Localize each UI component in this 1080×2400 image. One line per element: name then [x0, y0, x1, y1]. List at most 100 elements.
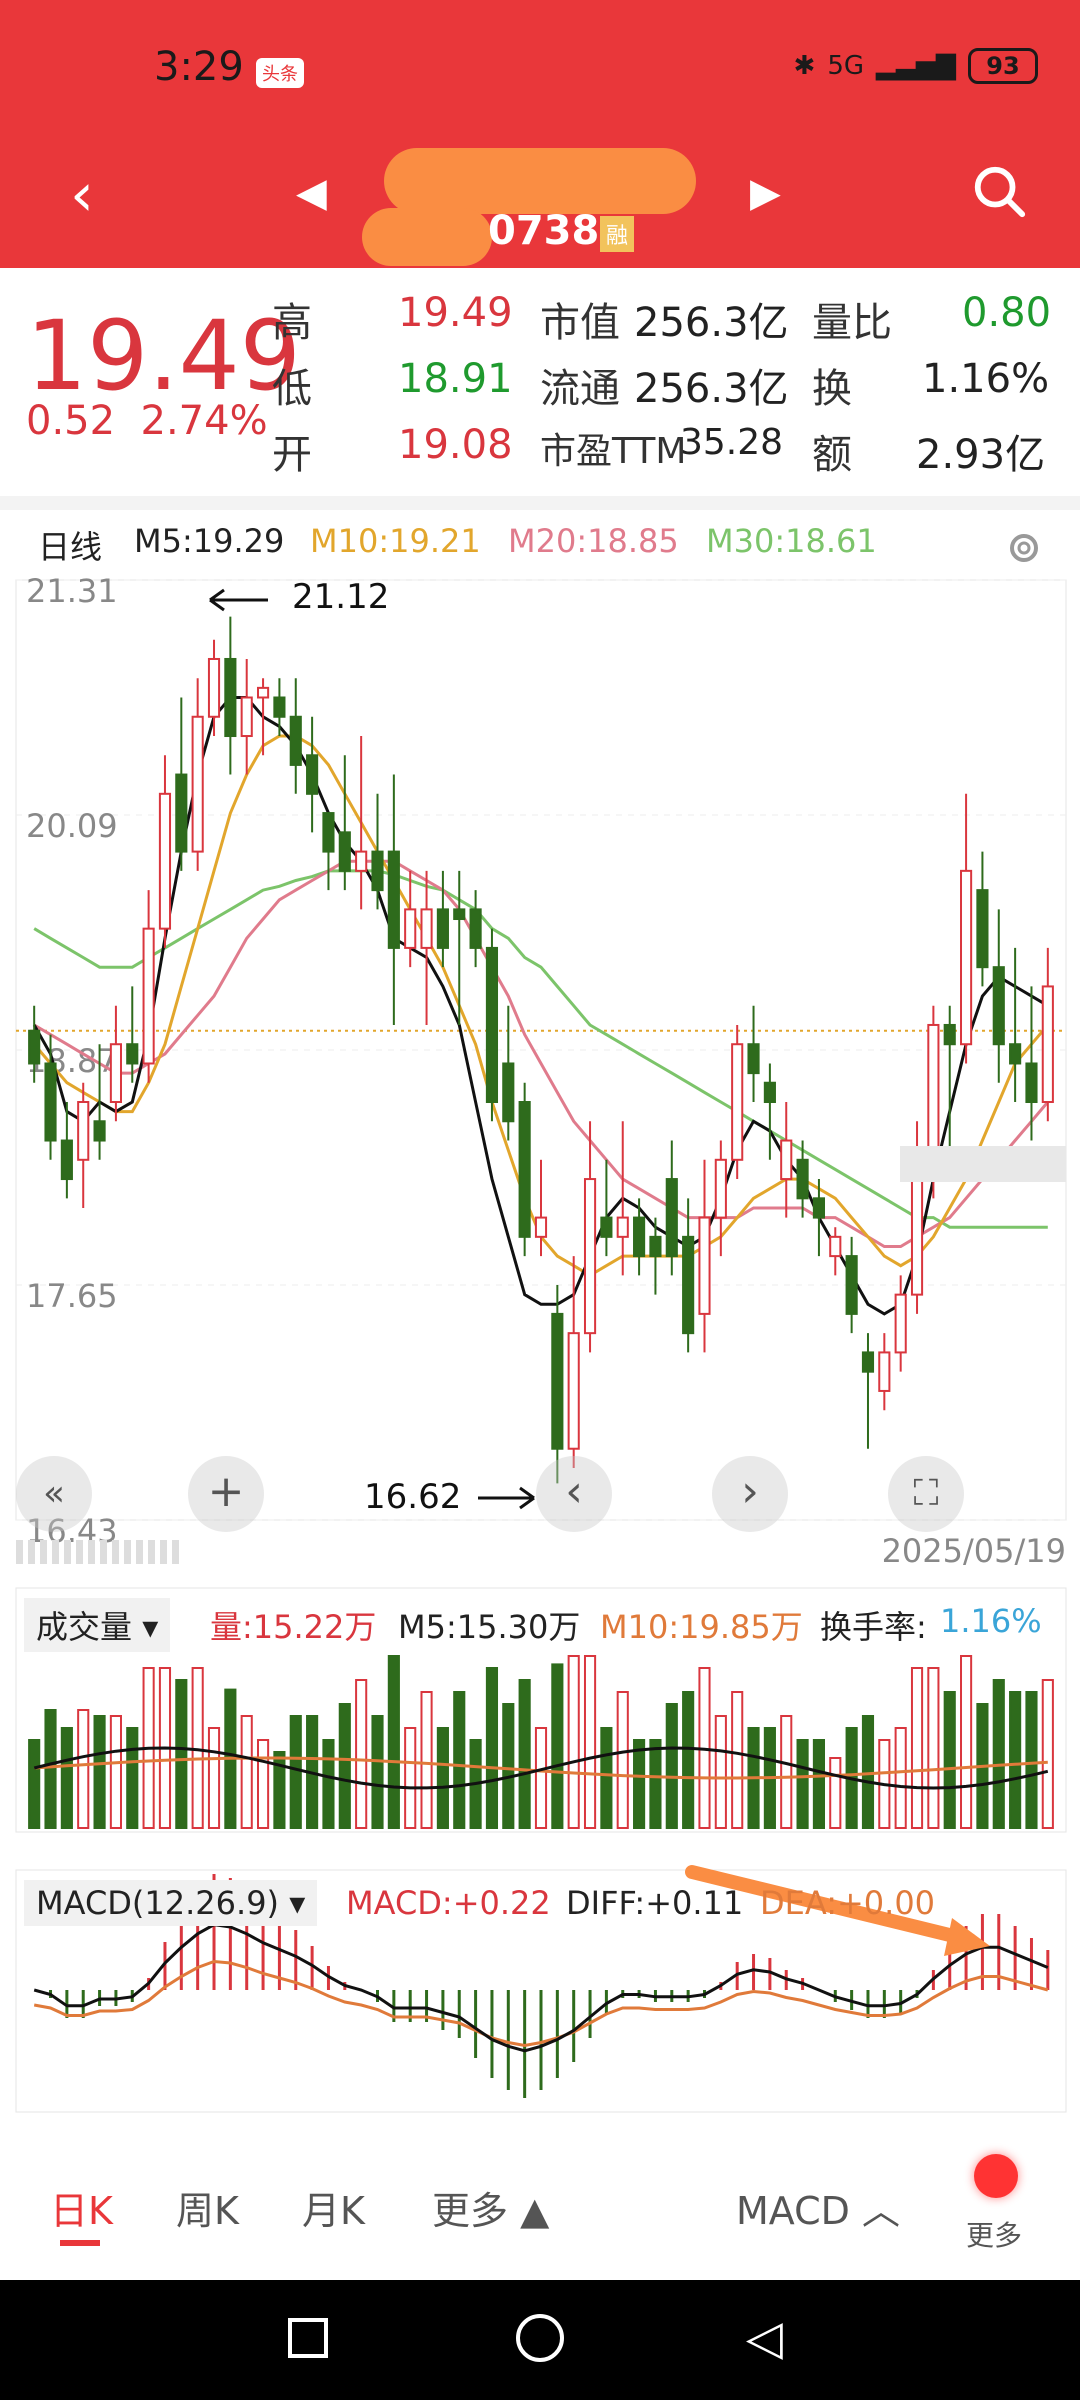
- high-annotation: 21.12: [292, 577, 389, 617]
- scroll-track-tick: [148, 1540, 155, 1564]
- y-tick-label: 17.65: [26, 1277, 118, 1315]
- volume-bar: [567, 1655, 580, 1829]
- scroll-right-button[interactable]: ›: [712, 1456, 788, 1532]
- volume-bar: [534, 1727, 548, 1829]
- diff-value: DIFF:+0.11: [566, 1884, 744, 1922]
- scroll-track-tick: [136, 1540, 143, 1564]
- volume-bar: [649, 1739, 662, 1829]
- volume-m10: M10:19.85万: [600, 1608, 803, 1646]
- kline-chart[interactable]: 21.3120.0918.8717.6516.43 21.1216.62: [0, 0, 1080, 2130]
- candle-body: [551, 1312, 564, 1450]
- fullscreen-button[interactable]: ⛶: [888, 1456, 964, 1532]
- volume-bar: [829, 1757, 842, 1829]
- scroll-track-tick: [40, 1540, 47, 1564]
- tab-day-k[interactable]: 日K: [50, 2180, 113, 2235]
- candle-body: [600, 1216, 613, 1238]
- candles: [28, 616, 1054, 1484]
- volume-bar: [600, 1727, 613, 1829]
- candle-body: [109, 1043, 122, 1104]
- candle-body: [960, 869, 973, 1046]
- tab-more[interactable]: 更多 ▲: [432, 2180, 549, 2235]
- candle-body: [845, 1255, 858, 1315]
- volume-bar: [485, 1667, 499, 1829]
- candle-body: [518, 1101, 531, 1238]
- dea-value: DEA:+0.00: [760, 1884, 936, 1922]
- candle-body: [256, 686, 270, 699]
- scroll-track-tick: [52, 1540, 59, 1564]
- scroll-track-tick: [76, 1540, 83, 1564]
- volume-bar: [731, 1691, 744, 1829]
- volume-bar: [44, 1709, 57, 1829]
- candle-body: [485, 946, 499, 1104]
- tab-week-k[interactable]: 周K: [176, 2180, 239, 2235]
- volume-bar: [927, 1667, 940, 1829]
- candle-body: [698, 1216, 711, 1315]
- tab-indicator-macd[interactable]: MACD ︿: [736, 2180, 900, 2235]
- tab-month-k[interactable]: 月K: [302, 2180, 365, 2235]
- more-menu-icon[interactable]: [974, 2154, 1018, 2198]
- candle-body: [567, 1332, 580, 1450]
- candle-body: [633, 1216, 646, 1258]
- candle-body: [158, 792, 172, 930]
- candle-body: [665, 1178, 678, 1258]
- volume-bar: [436, 1727, 449, 1829]
- volume-bar: [502, 1703, 515, 1829]
- candle-body: [731, 1043, 744, 1161]
- volume-bar: [910, 1667, 924, 1829]
- back-button[interactable]: ◁: [746, 2314, 783, 2362]
- volume-bar: [453, 1691, 466, 1829]
- candle-body: [273, 696, 286, 718]
- volume-bar: [992, 1679, 1005, 1829]
- home-button[interactable]: [516, 2314, 564, 2362]
- candle-body: [894, 1293, 907, 1354]
- tab-indicator-label: MACD: [736, 2189, 850, 2233]
- candle-body: [453, 908, 466, 921]
- candle-body: [224, 657, 237, 738]
- volume-bar: [551, 1663, 564, 1830]
- zoom-in-button[interactable]: +: [188, 1456, 264, 1532]
- candle-body: [28, 1029, 41, 1065]
- candle-body: [371, 850, 384, 892]
- scroll-track-tick: [172, 1540, 179, 1564]
- volume-bar: [289, 1715, 302, 1829]
- volume-bar: [960, 1655, 973, 1829]
- macd-legend: MACD:+0.22 DIFF:+0.11 DEA:+0.00: [0, 1880, 1080, 1936]
- candle-body: [747, 1043, 760, 1075]
- scroll-left-button[interactable]: ‹: [536, 1456, 612, 1532]
- volume-bar: [682, 1691, 695, 1829]
- candle-body: [404, 908, 417, 949]
- candle-body: [1041, 985, 1054, 1104]
- candle-body: [93, 1120, 106, 1142]
- volume-bar: [518, 1679, 531, 1829]
- scroll-track-tick: [124, 1540, 131, 1564]
- volume-bar: [633, 1739, 646, 1829]
- candle-body: [861, 1351, 875, 1373]
- volume-bar: [322, 1739, 335, 1829]
- scroll-track-tick: [64, 1540, 71, 1564]
- volume-bar: [665, 1703, 678, 1829]
- volume-bar: [109, 1715, 122, 1829]
- scroll-track-tick: [160, 1540, 167, 1564]
- volume-bar: [355, 1679, 368, 1829]
- volume-bar: [387, 1655, 400, 1829]
- recent-apps-button[interactable]: [288, 2318, 328, 2358]
- candle-body: [1009, 1043, 1022, 1065]
- zoom-out-button[interactable]: «: [16, 1456, 92, 1532]
- candle-body: [992, 966, 1005, 1046]
- system-nav-bar: ◁: [0, 2280, 1080, 2400]
- volume-bar: [1025, 1691, 1038, 1829]
- volume-value: 量:15.22万: [210, 1608, 377, 1646]
- volume-bar: [404, 1727, 417, 1829]
- scroll-track-tick: [100, 1540, 107, 1564]
- volume-bar: [338, 1703, 351, 1829]
- candle-body: [616, 1216, 629, 1238]
- more-menu-label[interactable]: 更多: [966, 2214, 1022, 2254]
- candle-body: [469, 908, 482, 949]
- scroll-track-tick: [112, 1540, 119, 1564]
- scroll-track-tick: [28, 1540, 35, 1564]
- volume-bar: [1009, 1691, 1022, 1829]
- candle-body: [682, 1235, 695, 1335]
- volume-bar: [60, 1727, 73, 1829]
- candle-body: [1025, 1062, 1038, 1104]
- candle-body: [976, 889, 989, 969]
